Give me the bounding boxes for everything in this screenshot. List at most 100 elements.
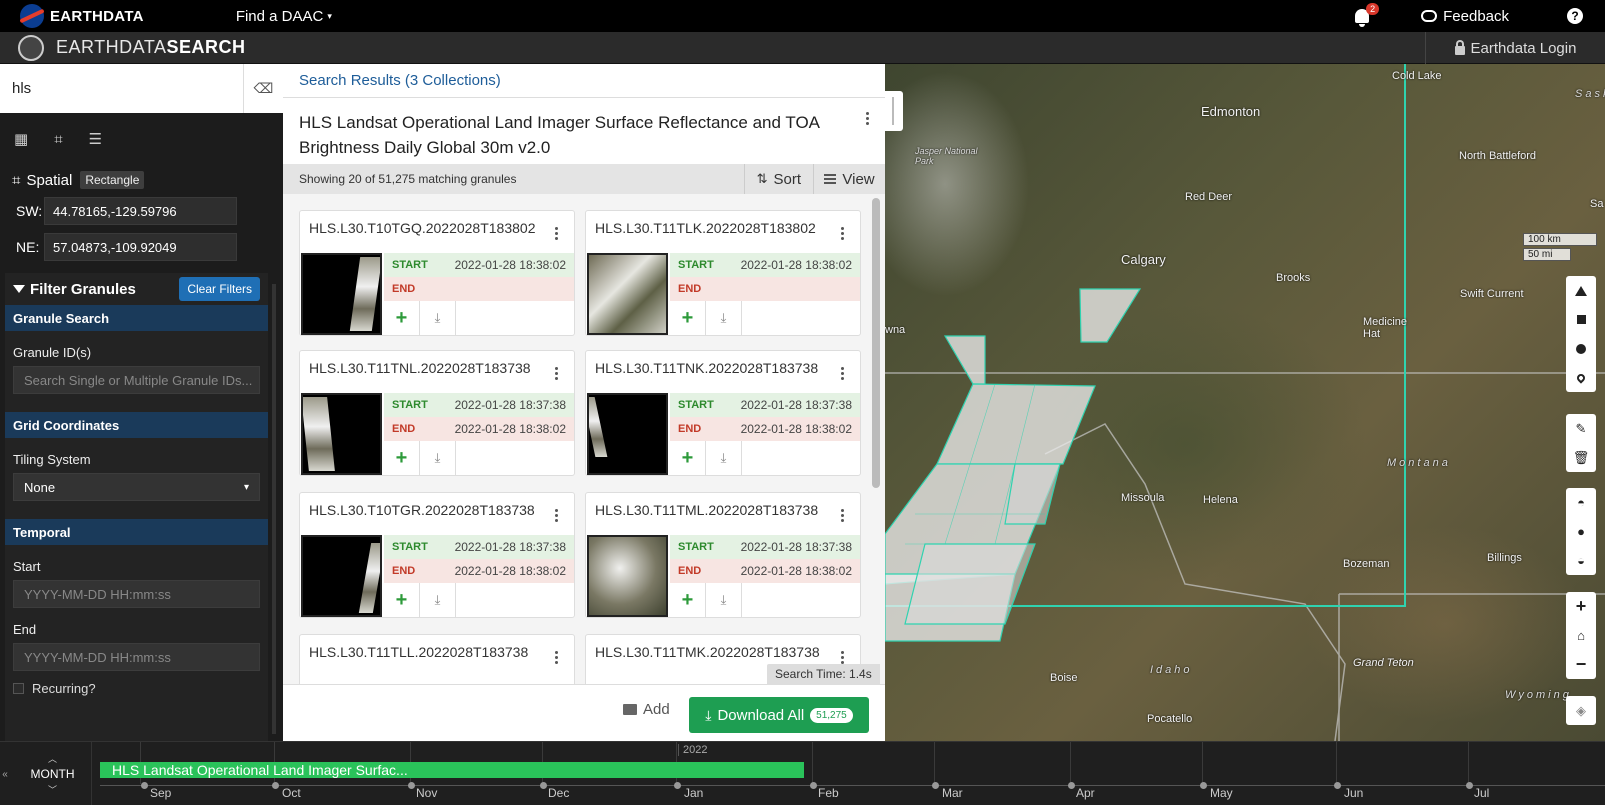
add-granule-button[interactable]: +: [384, 301, 420, 335]
view-button[interactable]: View: [813, 164, 885, 194]
draw-polygon-button[interactable]: [1566, 276, 1596, 305]
zoom-in-button[interactable]: +: [1566, 592, 1596, 621]
earthdata-brand[interactable]: EARTHDATA: [50, 8, 144, 25]
sliders-icon[interactable]: ☰: [89, 130, 102, 148]
tiling-system-select[interactable]: None ▾: [13, 473, 260, 501]
granule-search-section[interactable]: Granule Search: [5, 305, 268, 331]
chat-bubble-icon: [1421, 10, 1438, 22]
draw-point-button[interactable]: [1566, 363, 1596, 392]
calendar-icon[interactable]: ▦: [14, 130, 28, 148]
sidebar-scrollbar[interactable]: [272, 284, 276, 734]
list-icon: [824, 174, 837, 184]
zoom-up-icon[interactable]: ︿: [48, 752, 57, 765]
end-label: END: [392, 283, 416, 295]
download-granule-button[interactable]: ⤓: [420, 441, 456, 475]
granule-card[interactable]: HLS.L30.T10TGQ.2022028T183802 START 2022-…: [299, 210, 575, 336]
arctic-projection-button[interactable]: ◓: [1566, 488, 1596, 517]
clear-search-button[interactable]: ⌫: [243, 64, 283, 113]
layers-button[interactable]: ◈: [1566, 696, 1596, 725]
timeline-collection-bar[interactable]: HLS Landsat Operational Land Imager Surf…: [100, 762, 804, 778]
download-granule-button[interactable]: ⤓: [706, 301, 742, 335]
timeline-month: Jul: [1474, 786, 1490, 800]
timeline-month: Nov: [416, 786, 438, 800]
plus-icon: +: [395, 588, 408, 611]
granule-id: HLS.L30.T10TGQ.2022028T183802: [309, 220, 536, 236]
add-granule-button[interactable]: +: [384, 583, 420, 617]
search-query-input[interactable]: [0, 64, 242, 113]
map-label: Boise: [1050, 672, 1078, 684]
find-daac-dropdown[interactable]: Find a DAAC ▾: [236, 8, 332, 25]
granule-card[interactable]: HLS.L30.T11TLL.2022028T183738: [299, 634, 575, 686]
antarctic-projection-button[interactable]: ◒: [1566, 546, 1596, 575]
notifications-button[interactable]: 2: [1349, 3, 1380, 29]
geographic-projection-button[interactable]: ●: [1566, 517, 1596, 546]
granule-card[interactable]: HLS.L30.T11TNK.2022028T183738 START 2022-…: [585, 350, 861, 476]
granule-menu-icon[interactable]: [841, 367, 844, 380]
panel-resize-handle[interactable]: [885, 91, 903, 131]
draw-rectangle-button[interactable]: [1566, 305, 1596, 334]
collection-menu-icon[interactable]: [866, 112, 869, 125]
delete-shape-button[interactable]: 🗑: [1566, 443, 1596, 472]
funnel-icon: [13, 285, 25, 293]
search-results-header[interactable]: Search Results (3 Collections): [283, 64, 885, 98]
zoom-out-button[interactable]: −: [1566, 650, 1596, 679]
sort-label: Sort: [773, 170, 801, 188]
timeline-collapse-icon[interactable]: «: [0, 742, 10, 805]
granule-menu-icon[interactable]: [555, 509, 558, 522]
granule-menu-icon[interactable]: [555, 367, 558, 380]
granule-times: START 2022-01-28 18:38:02 END: [384, 253, 574, 301]
sw-coord-input[interactable]: 44.78165,-129.59796: [44, 197, 237, 225]
granule-ids-input[interactable]: Search Single or Multiple Granule IDs...: [13, 366, 260, 394]
crop-icon[interactable]: ⌗: [54, 131, 62, 148]
granule-menu-icon[interactable]: [841, 509, 844, 522]
add-granule-button[interactable]: +: [670, 301, 706, 335]
add-granule-button[interactable]: +: [670, 441, 706, 475]
granule-menu-icon[interactable]: [841, 227, 844, 240]
results-scrollbar[interactable]: [872, 198, 880, 488]
timeline-dot: [1466, 782, 1473, 789]
map-label: Sask: [1575, 88, 1605, 100]
granule-card[interactable]: HLS.L30.T11TLK.2022028T183802 START 2022-…: [585, 210, 861, 336]
chevron-down-icon: ▾: [243, 481, 249, 493]
edit-shape-button[interactable]: ✎: [1566, 414, 1596, 443]
start-date-input[interactable]: YYYY-MM-DD HH:mm:ss: [13, 580, 260, 608]
tiling-system-label: Tiling System: [13, 452, 91, 467]
download-granule-button[interactable]: ⤓: [706, 583, 742, 617]
temporal-section[interactable]: Temporal: [5, 519, 268, 545]
results-footer: Add ⤓ Download All 51,275: [283, 684, 885, 741]
add-granule-button[interactable]: +: [670, 583, 706, 617]
download-granule-button[interactable]: ⤓: [420, 583, 456, 617]
feedback-button[interactable]: Feedback: [1421, 8, 1509, 25]
app-header: EARTHDATASEARCH Earthdata Login: [0, 32, 1605, 64]
timeline-month: Oct: [282, 786, 301, 800]
minus-icon: −: [1575, 654, 1587, 674]
app-title[interactable]: EARTHDATASEARCH: [56, 37, 246, 58]
granule-menu-icon[interactable]: [555, 651, 558, 664]
earthdata-login-button[interactable]: Earthdata Login: [1425, 32, 1605, 64]
home-button[interactable]: ⌂: [1566, 621, 1596, 650]
add-granule-button[interactable]: +: [384, 441, 420, 475]
download-granule-button[interactable]: ⤓: [420, 301, 456, 335]
add-to-project-button[interactable]: Add: [623, 701, 670, 718]
granule-card[interactable]: HLS.L30.T11TML.2022028T183738 START 2022-…: [585, 492, 861, 618]
download-granule-button[interactable]: ⤓: [706, 441, 742, 475]
granule-card[interactable]: HLS.L30.T10TGR.2022028T183738 START 2022-…: [299, 492, 575, 618]
recurring-checkbox[interactable]: [13, 683, 24, 694]
zoom-down-icon[interactable]: ﹀: [48, 783, 57, 796]
grid-coordinates-section[interactable]: Grid Coordinates: [5, 412, 268, 438]
timeline-month: Jan: [684, 786, 704, 800]
sort-button[interactable]: ⇅ Sort: [743, 164, 813, 194]
draw-circle-button[interactable]: [1566, 334, 1596, 363]
recurring-option[interactable]: Recurring?: [5, 671, 268, 706]
nasa-logo-icon[interactable]: [20, 4, 44, 28]
granule-card[interactable]: HLS.L30.T11TNL.2022028T183738 START 2022-…: [299, 350, 575, 476]
clear-filters-button[interactable]: Clear Filters: [179, 277, 260, 301]
map-view[interactable]: Cold Lake Edmonton Jasper National Park …: [885, 64, 1605, 741]
earthdata-search-logo-icon[interactable]: [18, 34, 44, 61]
ne-coord-input[interactable]: 57.04873,-109.92049: [44, 233, 237, 261]
granule-menu-icon[interactable]: [841, 651, 844, 664]
download-all-button[interactable]: ⤓ Download All 51,275: [689, 697, 869, 733]
granule-menu-icon[interactable]: [555, 227, 558, 240]
end-date-input[interactable]: YYYY-MM-DD HH:mm:ss: [13, 643, 260, 671]
help-icon[interactable]: ?: [1567, 8, 1583, 24]
